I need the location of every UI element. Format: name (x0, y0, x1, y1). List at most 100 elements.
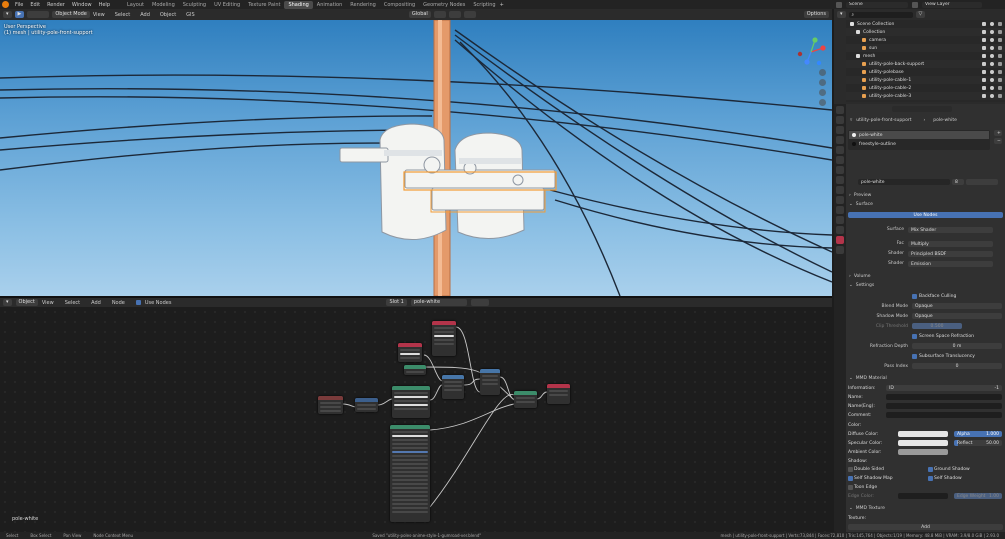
backface-culling-checkbox[interactable] (912, 294, 917, 299)
outliner-search-input[interactable]: ⌕ (848, 11, 913, 18)
shader1-field[interactable]: Principled BSDF (908, 251, 993, 257)
material-name-field[interactable]: pole-white (858, 179, 950, 185)
object-tab-icon[interactable] (836, 176, 844, 184)
mmd-alpha-slider[interactable]: Alpha 1.000 (954, 431, 1002, 437)
mmd-comment-input[interactable] (886, 412, 1002, 418)
shader2-field[interactable]: Emission (908, 261, 993, 267)
eye-icon[interactable] (990, 70, 994, 74)
viewport-menu-gis[interactable]: GIS (186, 12, 195, 18)
edge-color-swatch[interactable] (898, 493, 948, 499)
exclude-checkbox-icon[interactable] (982, 22, 986, 26)
use-nodes-checkbox[interactable] (135, 300, 141, 305)
workspace-tab-compositing[interactable]: Compositing (380, 1, 419, 9)
material-dropdown[interactable]: pole-white (410, 299, 467, 306)
section-preview[interactable]: › Preview (846, 191, 1005, 199)
workspace-tab-texture-paint[interactable]: Texture Paint (244, 1, 284, 9)
outliner-row[interactable]: utility-pole-back-support (846, 60, 1005, 68)
camera-render-icon[interactable] (998, 78, 1002, 82)
object-mode-dropdown[interactable]: Object Mode (52, 11, 90, 18)
mmd-reflect-slider[interactable]: Reflect 50.00 (954, 440, 1002, 446)
eye-icon[interactable] (990, 38, 994, 42)
outliner-row[interactable]: camera (846, 36, 1005, 44)
options-dropdown[interactable]: Options (803, 11, 829, 18)
add-slot-button[interactable]: + (994, 130, 1002, 136)
workspace-tab-animation[interactable]: Animation (313, 1, 347, 9)
eye-icon[interactable] (990, 62, 994, 66)
camera-view-icon[interactable] (819, 89, 826, 96)
outliner-row[interactable]: utility-pole-cable-2 (846, 84, 1005, 92)
fac-field[interactable]: Multiply (908, 241, 993, 247)
slot-dropdown[interactable]: Slot 1 (386, 299, 407, 306)
mmd-name-eng-input[interactable] (886, 403, 1002, 409)
exclude-checkbox-icon[interactable] (982, 30, 986, 34)
eye-icon[interactable] (990, 94, 994, 98)
mmd-ambient-swatch[interactable] (898, 449, 948, 455)
material-slot-item[interactable]: freestyle-outline (849, 140, 989, 148)
mmd-name-input[interactable] (886, 394, 1002, 400)
add-workspace-icon[interactable]: + (500, 2, 504, 8)
workspace-tab-shading[interactable]: Shading (284, 0, 313, 9)
filter-icon[interactable]: ▽ (915, 11, 926, 18)
exclude-checkbox-icon[interactable] (982, 38, 986, 42)
camera-render-icon[interactable] (998, 38, 1002, 42)
blend-mode-dropdown[interactable]: Opaque (912, 303, 1002, 309)
node-shader-to-rgb[interactable] (432, 321, 456, 356)
select-tool-icon[interactable]: ▶ (14, 11, 25, 18)
data-tab-icon[interactable] (836, 226, 844, 234)
node-separate-rgb[interactable] (480, 369, 500, 395)
exclude-checkbox-icon[interactable] (982, 70, 986, 74)
menu-file[interactable]: File (15, 2, 23, 8)
menu-edit[interactable]: Edit (30, 2, 40, 8)
proportional-edit-icon[interactable] (463, 11, 476, 18)
render-tab-icon[interactable] (836, 116, 844, 124)
shadow-mode-dropdown[interactable]: Opaque (912, 313, 1002, 319)
outliner-row[interactable]: Scene Collection (846, 20, 1005, 28)
material-tab-icon[interactable] (836, 236, 844, 244)
node-editor-type-button[interactable]: ▾ (3, 299, 12, 306)
workspace-tab-scripting[interactable]: Scripting (469, 1, 499, 9)
mmd-diffuse-swatch[interactable] (898, 431, 948, 437)
eye-icon[interactable] (990, 30, 994, 34)
camera-render-icon[interactable] (998, 46, 1002, 50)
workspace-tab-sculpting[interactable]: Sculpting (179, 1, 210, 9)
section-settings[interactable]: ⌄ Settings (846, 281, 1005, 289)
subsurface-checkbox[interactable] (912, 354, 917, 359)
workspace-tab-layout[interactable]: Layout (123, 1, 148, 9)
zoom-icon[interactable] (819, 69, 826, 76)
camera-render-icon[interactable] (998, 94, 1002, 98)
self-shadow-checkbox[interactable] (928, 476, 933, 481)
clip-threshold-slider[interactable]: 0.500 (912, 323, 962, 329)
pass-index-field[interactable]: 0 (912, 363, 1002, 369)
world-tab-icon[interactable] (836, 156, 844, 164)
section-surface[interactable]: ⌄ Surface (846, 200, 1005, 208)
viewport-menu-view[interactable]: View (93, 12, 105, 18)
outliner-row[interactable]: utility-polebase (846, 68, 1005, 76)
workspace-tab-uv-editing[interactable]: UV Editing (210, 1, 244, 9)
exclude-checkbox-icon[interactable] (982, 94, 986, 98)
pan-hand-icon[interactable] (819, 79, 826, 86)
workspace-tab-geometry-nodes[interactable]: Geometry Nodes (419, 1, 469, 9)
edge-weight-slider[interactable]: Edge Weight 1.00 (954, 493, 1002, 499)
tool-tab-icon[interactable] (836, 106, 844, 114)
menu-window[interactable]: Window (72, 2, 92, 8)
node-material-output[interactable] (547, 384, 570, 404)
mmd-texture-add-button[interactable]: Add (848, 524, 1003, 530)
exclude-checkbox-icon[interactable] (982, 78, 986, 82)
viewport-menu-add[interactable]: Add (140, 12, 150, 18)
toon-edge-checkbox[interactable] (848, 485, 853, 490)
physics-tab-icon[interactable] (836, 206, 844, 214)
eye-icon[interactable] (990, 86, 994, 90)
section-mmd-material[interactable]: ⌄ MMD Material (846, 374, 1005, 382)
camera-render-icon[interactable] (998, 54, 1002, 58)
outliner-row[interactable]: mesh (846, 52, 1005, 60)
blender-logo-icon[interactable] (2, 1, 9, 8)
node-menu-view[interactable]: View (42, 300, 54, 306)
particles-tab-icon[interactable] (836, 196, 844, 204)
node-editor-canvas[interactable] (0, 307, 832, 532)
node-mapping[interactable] (355, 398, 378, 412)
node-principled-bsdf[interactable] (390, 425, 430, 522)
node-menu-add[interactable]: Add (91, 300, 101, 306)
scene-name-field[interactable]: Scene (846, 1, 908, 8)
eye-icon[interactable] (990, 78, 994, 82)
pivot-point-icon[interactable] (433, 11, 446, 18)
